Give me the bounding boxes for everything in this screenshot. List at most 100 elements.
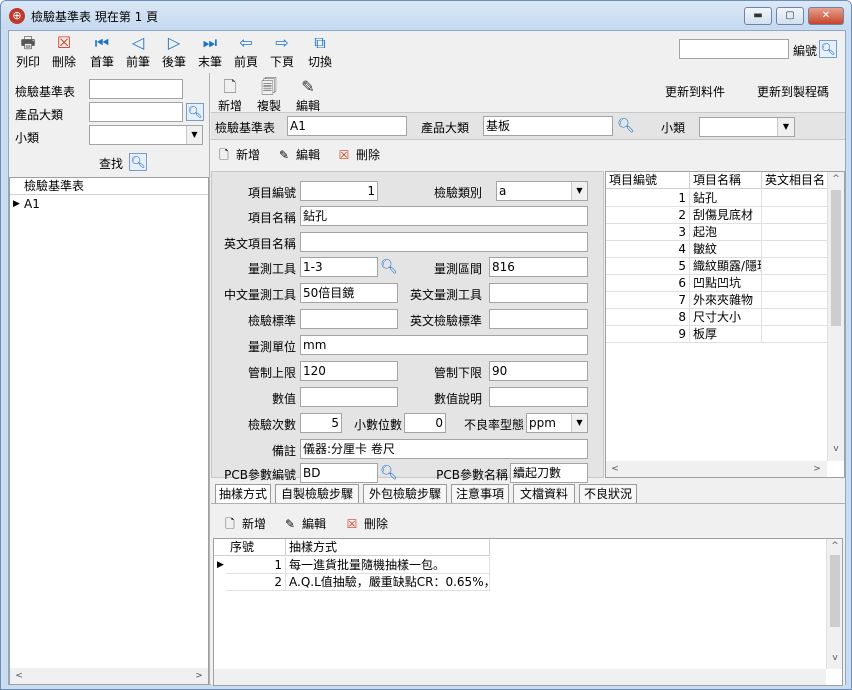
sample-grid-cell[interactable]: 2 xyxy=(226,574,286,591)
update-process-link[interactable]: 更新到製程碼 xyxy=(757,83,829,100)
item-grid-vscrollbar[interactable]: ^ v xyxy=(827,172,844,461)
header-standard-input[interactable]: A1 xyxy=(287,116,407,136)
magnifier-icon[interactable]: 🔍︎ xyxy=(380,258,398,276)
tab-0[interactable]: 抽樣方式 xyxy=(215,484,271,504)
item-grid-cell[interactable]: 凹點凹坑 xyxy=(690,275,762,292)
pcb-code-input[interactable]: BD xyxy=(300,463,378,483)
maximize-button[interactable]: ▢ xyxy=(776,7,804,25)
first-record-button[interactable]: ⏮ 首筆 xyxy=(87,31,117,71)
new-standard-button[interactable]: 🗋 新增 xyxy=(215,75,245,115)
item-delete-button[interactable]: ☒ 刪除 xyxy=(335,145,380,165)
item-grid-cell[interactable]: 2 xyxy=(606,207,690,224)
tab-4[interactable]: 文檔資料 xyxy=(513,484,575,504)
item-grid-cell[interactable] xyxy=(762,326,828,343)
close-button[interactable]: ✕ xyxy=(808,7,844,25)
tab-1[interactable]: 自製檢驗步驟 xyxy=(275,484,359,504)
item-grid-cell[interactable]: 板厚 xyxy=(690,326,762,343)
item-grid-cell[interactable]: 外來夾雜物 xyxy=(690,292,762,309)
minimize-button[interactable]: ▬ xyxy=(744,7,772,25)
edit-standard-button[interactable]: ✎ 編輯 xyxy=(293,75,323,115)
item-grid-cell[interactable] xyxy=(762,224,828,241)
tab-2[interactable]: 外包檢驗步驟 xyxy=(363,484,447,504)
pcb-name-input[interactable]: 續起刀數 xyxy=(510,463,588,483)
magnifier-icon[interactable]: 🔍︎ xyxy=(617,117,635,135)
sample-grid-scroll-thumb[interactable] xyxy=(830,555,840,627)
cn-tool-input[interactable]: 50倍目鏡 xyxy=(300,283,398,303)
update-material-link[interactable]: 更新到料件 xyxy=(665,83,725,100)
last-record-button[interactable]: ⏭ 末筆 xyxy=(195,31,225,71)
item-grid-cell[interactable]: 起泡 xyxy=(690,224,762,241)
tab-5[interactable]: 不良狀況 xyxy=(579,484,637,504)
item-grid-cell[interactable]: 鉆孔 xyxy=(690,190,762,207)
unit-input[interactable]: mm xyxy=(300,335,588,355)
lower-limit-input[interactable]: 90 xyxy=(489,361,588,381)
scroll-up-icon[interactable]: ^ xyxy=(828,541,842,551)
delete-button[interactable]: ☒ 刪除 xyxy=(49,31,79,71)
item-grid-scroll-thumb[interactable] xyxy=(831,190,841,326)
sample-grid-cell[interactable]: A.Q.L值抽驗，嚴重缺點CR：0.65%，主 xyxy=(286,574,490,591)
chevron-down-icon[interactable]: ▼ xyxy=(571,414,587,432)
scroll-down-icon[interactable]: v xyxy=(829,444,843,454)
decimals-input[interactable]: 0 xyxy=(404,413,446,433)
scroll-up-icon[interactable]: ^ xyxy=(829,174,843,184)
item-grid-cell[interactable] xyxy=(762,275,828,292)
sidebar-category-input[interactable] xyxy=(89,102,183,122)
sample-grid-hscrollbar[interactable] xyxy=(214,669,826,685)
sample-grid-cell[interactable]: 1 xyxy=(226,557,286,574)
prev-record-button[interactable]: ◁ 前筆 xyxy=(123,31,153,71)
next-record-button[interactable]: ▷ 後筆 xyxy=(159,31,189,71)
copy-standard-button[interactable]: 🗐 複製 xyxy=(254,75,284,115)
sample-new-button[interactable]: 🗋 新增 xyxy=(221,514,266,534)
sidebar-hscrollbar[interactable]: < > xyxy=(10,668,208,684)
chevron-down-icon[interactable]: ▼ xyxy=(571,182,587,200)
item-grid-cell[interactable]: 皺紋 xyxy=(690,241,762,258)
sample-grid-vscrollbar[interactable]: ^ v xyxy=(826,539,842,669)
item-grid-cell[interactable] xyxy=(762,309,828,326)
en-item-name-input[interactable] xyxy=(300,232,588,252)
sample-delete-button[interactable]: ☒ 刪除 xyxy=(343,514,388,534)
tab-3[interactable]: 注意事項 xyxy=(451,484,509,504)
item-grid-cell[interactable]: 6 xyxy=(606,275,690,292)
range-input[interactable]: 816 xyxy=(489,257,588,277)
item-grid-cell[interactable]: 織紋顯露/隱現 xyxy=(690,258,762,275)
sample-edit-button[interactable]: ✎ 編輯 xyxy=(281,514,326,534)
item-edit-button[interactable]: ✎ 編輯 xyxy=(275,145,320,165)
sidebar-subclass-select[interactable]: ▼ xyxy=(89,125,203,145)
item-grid-cell[interactable] xyxy=(762,207,828,224)
item-grid-cell[interactable]: 5 xyxy=(606,258,690,275)
item-name-input[interactable]: 鉆孔 xyxy=(300,206,588,226)
chevron-down-icon[interactable]: ▼ xyxy=(777,118,794,136)
list-item[interactable]: ▶ A1 xyxy=(10,196,208,213)
item-grid-cell[interactable]: 7 xyxy=(606,292,690,309)
magnifier-icon[interactable]: 🔍︎ xyxy=(380,464,398,482)
code-search-input[interactable] xyxy=(679,39,789,59)
switch-button[interactable]: ⧉ 切換 xyxy=(305,31,335,71)
item-grid-cell[interactable]: 4 xyxy=(606,241,690,258)
item-grid-cell[interactable] xyxy=(762,241,828,258)
item-grid-cell[interactable] xyxy=(762,292,828,309)
item-grid-cell[interactable]: 1 xyxy=(606,190,690,207)
en-tool-input[interactable] xyxy=(489,283,588,303)
search-icon[interactable]: 🔍︎ xyxy=(819,40,837,58)
item-grid-cell[interactable]: 刮傷見底材 xyxy=(690,207,762,224)
scroll-left-icon[interactable]: < xyxy=(608,464,622,474)
item-grid-cell[interactable]: 3 xyxy=(606,224,690,241)
item-no-input[interactable]: 1 xyxy=(300,181,378,201)
item-grid-cell[interactable] xyxy=(762,190,828,207)
header-category-input[interactable]: 基板 xyxy=(483,116,613,136)
en-std-input[interactable] xyxy=(489,309,588,329)
value-input[interactable] xyxy=(300,387,398,407)
item-grid-cell[interactable]: 尺寸大小 xyxy=(690,309,762,326)
item-new-button[interactable]: 🗋 新增 xyxy=(215,145,260,165)
prev-page-button[interactable]: ⇦ 前頁 xyxy=(231,31,261,71)
find-button[interactable]: 🔍︎ xyxy=(129,153,147,171)
item-grid-hscrollbar[interactable]: < > xyxy=(606,461,827,477)
note-input[interactable]: 儀器:分厘卡 卷尺 xyxy=(300,439,588,459)
sidebar-standard-input[interactable] xyxy=(89,79,183,99)
search-icon[interactable]: 🔍︎ xyxy=(186,103,204,121)
scroll-left-icon[interactable]: < xyxy=(12,671,26,681)
item-grid-cell[interactable] xyxy=(762,258,828,275)
value-desc-input[interactable] xyxy=(489,387,588,407)
upper-limit-input[interactable]: 120 xyxy=(300,361,398,381)
item-grid-cell[interactable]: 9 xyxy=(606,326,690,343)
